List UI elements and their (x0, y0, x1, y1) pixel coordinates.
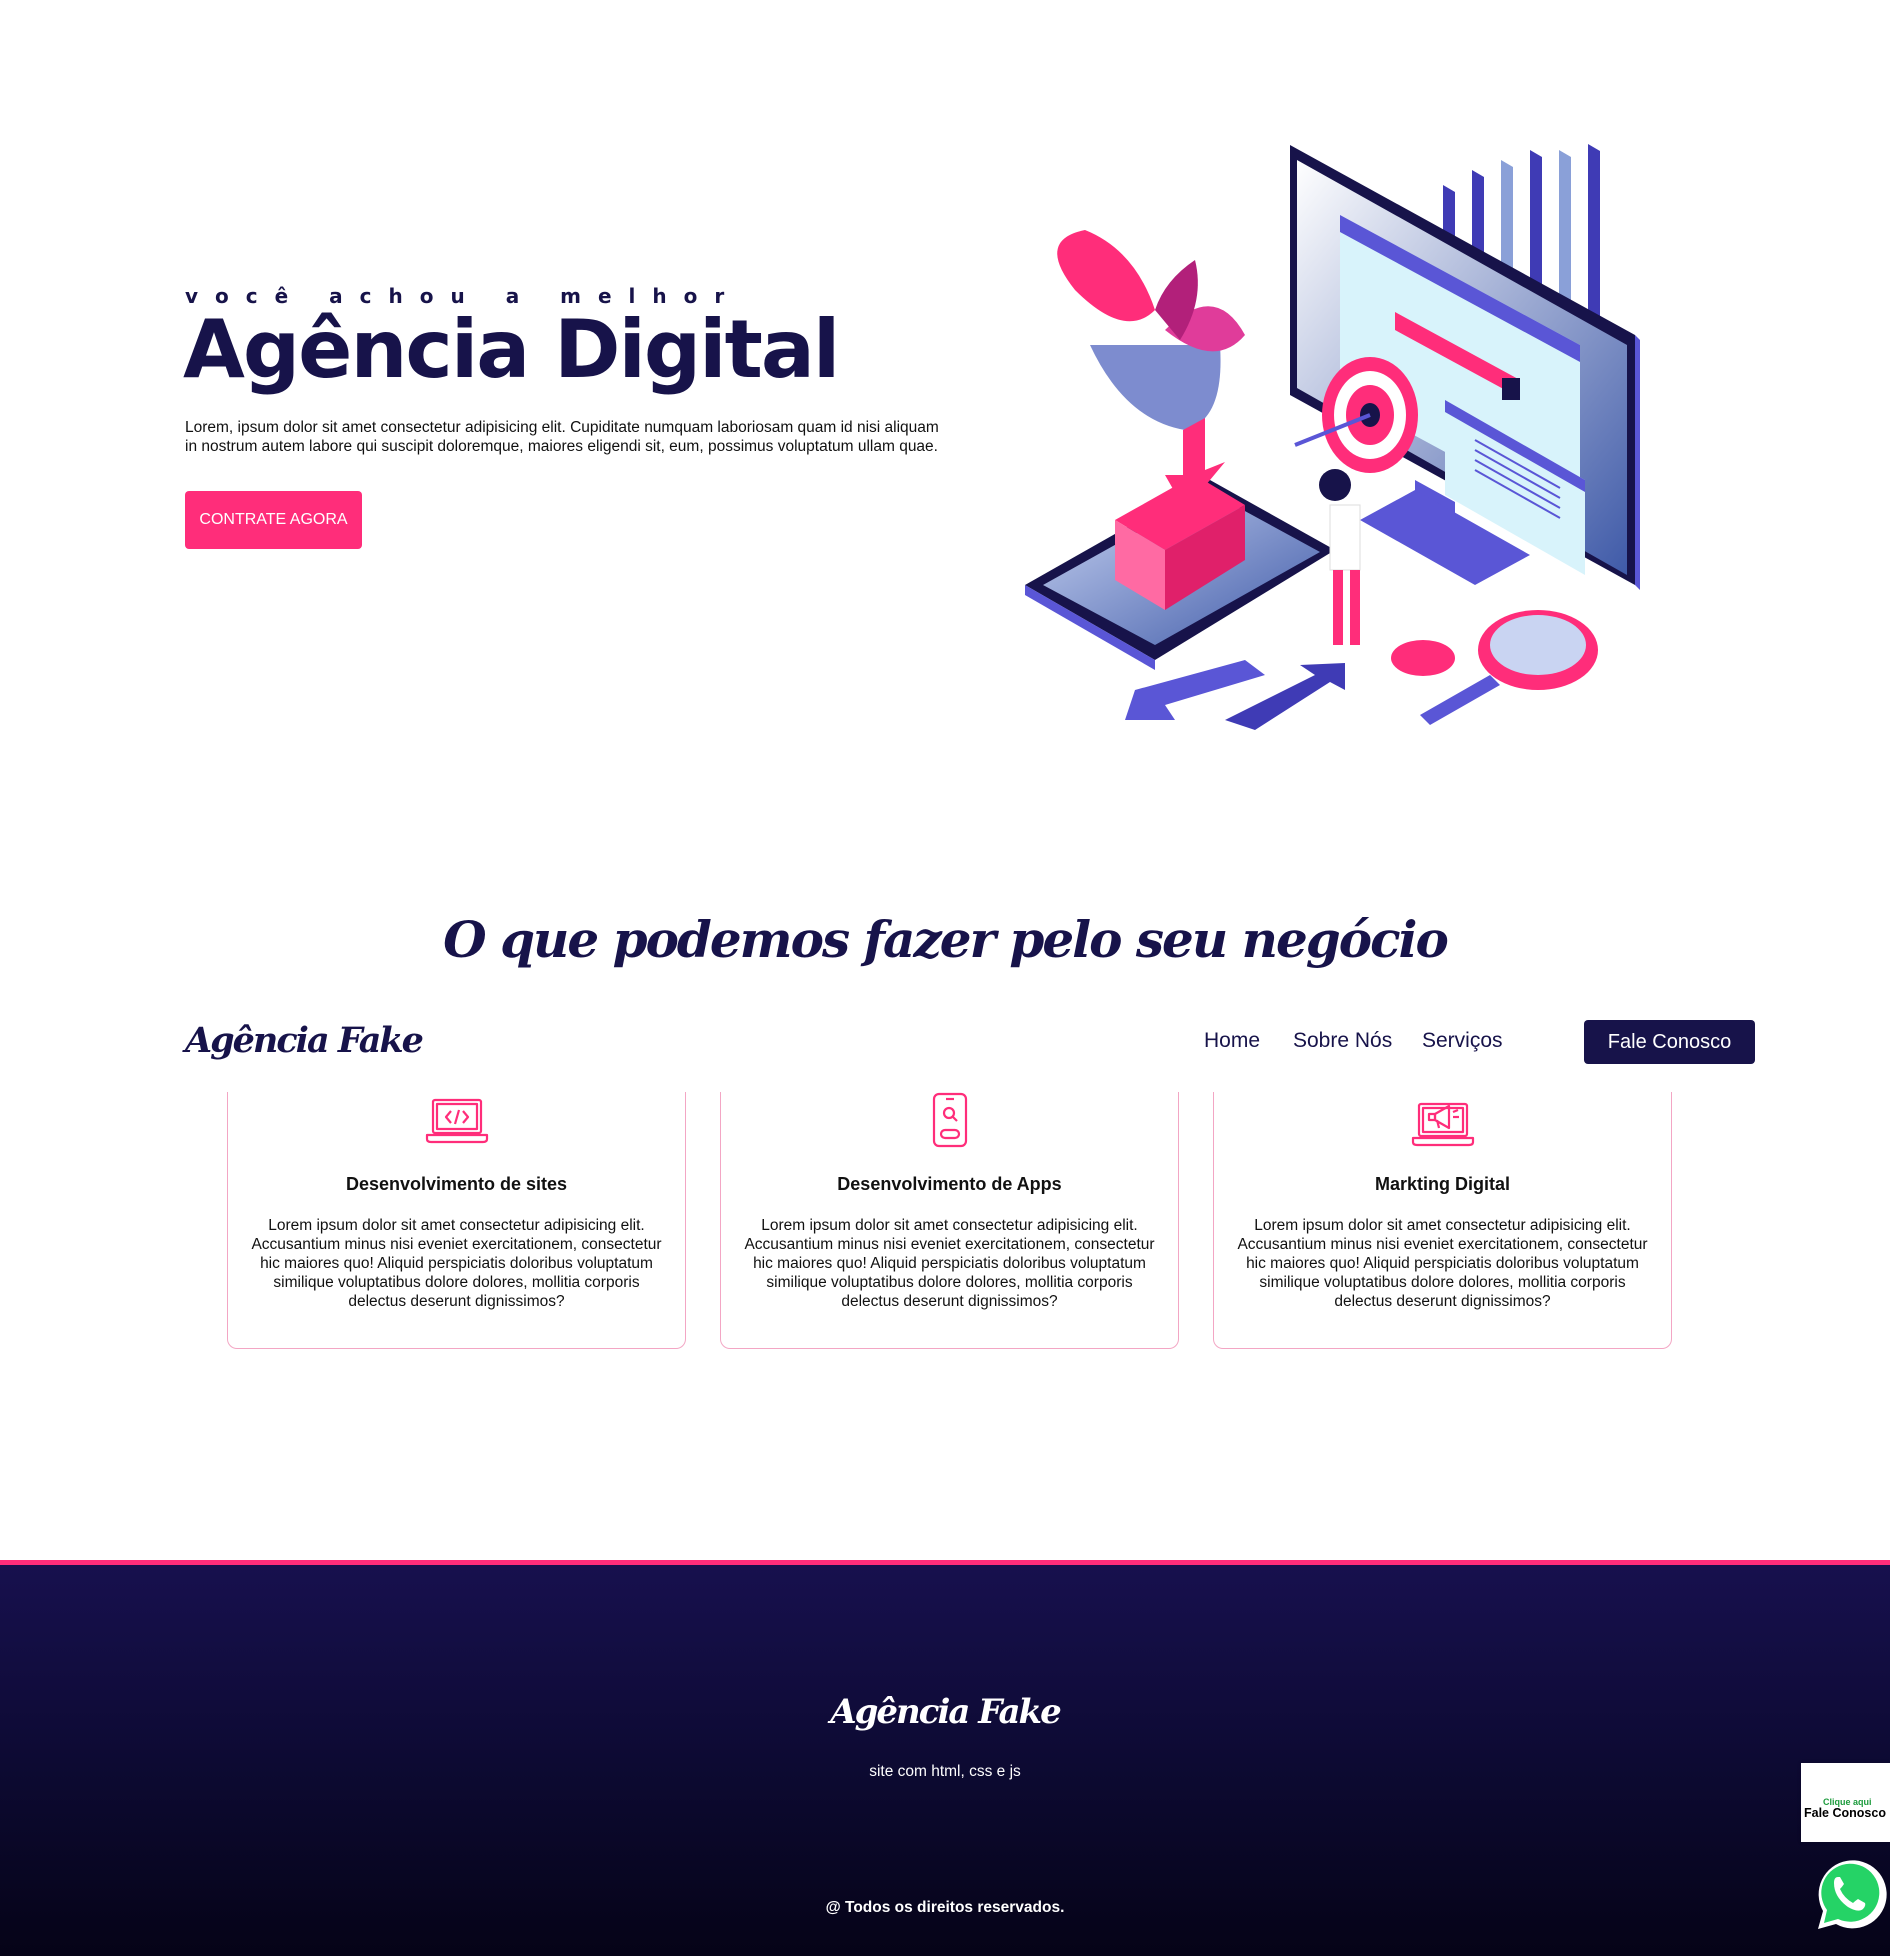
whatsapp-callout[interactable]: Clique aqui Fale Conosco (1801, 1763, 1890, 1842)
nav-link-home[interactable]: Home (1204, 1029, 1260, 1053)
service-card-text: Lorem ipsum dolor sit amet consectetur a… (251, 1217, 662, 1310)
smartphone-search-icon (932, 1092, 967, 1148)
service-card-text: Lorem ipsum dolor sit amet consectetur a… (1237, 1217, 1648, 1310)
laptop-megaphone-icon (1411, 1102, 1474, 1147)
services-heading: O que podemos fazer pelo seu negócio (443, 910, 1449, 969)
footer: Agência Fake site com html, css e js @ T… (0, 1560, 1890, 1956)
footer-logo: Agência Fake (830, 1692, 1062, 1732)
service-card-marketing: Markting Digital Lorem ipsum dolor sit a… (1213, 1092, 1672, 1349)
contract-now-button[interactable]: CONTRATE AGORA (185, 491, 362, 549)
whatsapp-callout-label: Fale Conosco (1804, 1806, 1886, 1820)
nav-link-sobre-nos[interactable]: Sobre Nós (1293, 1029, 1392, 1053)
footer-subtitle: site com html, css e js (869, 1763, 1021, 1780)
laptop-code-icon (425, 1098, 488, 1144)
footer-copyright: @ Todos os direitos reservados. (825, 1899, 1065, 1916)
hero-title: Agência Digital (183, 303, 840, 396)
nav-link-servicos[interactable]: Serviços (1422, 1029, 1503, 1053)
service-card-title: Desenvolvimento de Apps (837, 1174, 1062, 1194)
hero-description: Lorem, ipsum dolor sit amet consectetur … (185, 419, 939, 455)
service-card-title: Markting Digital (1374, 1174, 1510, 1194)
contact-button[interactable]: Fale Conosco (1584, 1020, 1755, 1064)
service-card-text: Lorem ipsum dolor sit amet consectetur a… (744, 1217, 1155, 1310)
digital-marketing-illustration (1025, 144, 1640, 730)
brand-logo[interactable]: Agência Fake (185, 1020, 424, 1061)
service-card-apps: Desenvolvimento de Apps Lorem ipsum dolo… (720, 1092, 1179, 1349)
service-card-sites: Desenvolvimento de sites Lorem ipsum dol… (227, 1092, 686, 1349)
whatsapp-icon[interactable] (1810, 1853, 1890, 1933)
service-card-title: Desenvolvimento de sites (345, 1174, 568, 1194)
